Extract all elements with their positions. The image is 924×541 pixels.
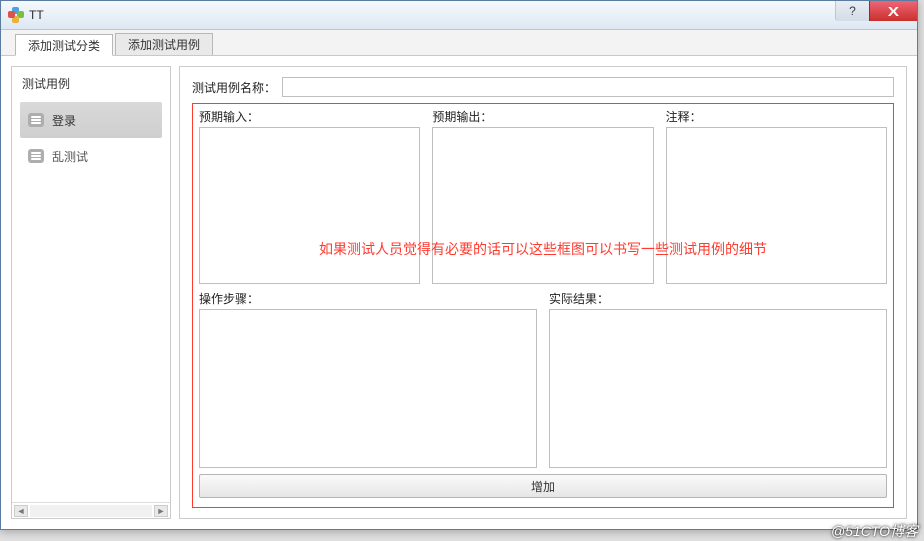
actual-result-textarea[interactable] (549, 309, 887, 468)
steps-label: 操作步骤： (199, 290, 537, 307)
comment-label: 注释： (666, 108, 887, 125)
scroll-left-button[interactable]: ◄ (14, 505, 28, 517)
app-window: TT ? X 添加测试分类 添加测试用例 测试用例 登录 乱测试 ◄ (0, 0, 918, 530)
app-icon (7, 6, 25, 24)
case-name-input[interactable] (282, 77, 894, 97)
steps-textarea[interactable] (199, 309, 537, 468)
scroll-right-button[interactable]: ► (154, 505, 168, 517)
add-button-label: 增加 (531, 480, 555, 494)
watermark: @51CTO博客 (831, 521, 918, 541)
window-controls: ? X (835, 1, 917, 21)
main-panel: 测试用例名称： 预期输入： 预期输出： 注释： (179, 66, 907, 519)
add-button[interactable]: 增加 (199, 474, 887, 498)
sidebar-item-login[interactable]: 登录 (20, 102, 162, 138)
tab-label: 添加测试用例 (128, 38, 200, 52)
sidebar-scrollbar[interactable]: ◄ ► (12, 502, 170, 518)
tab-add-category[interactable]: 添加测试分类 (15, 34, 113, 56)
case-name-label: 测试用例名称： (192, 79, 276, 96)
list-icon (28, 149, 44, 163)
expected-input-label: 预期输入： (199, 108, 420, 125)
bottom-boxes-row: 操作步骤： 实际结果： (199, 290, 887, 468)
sidebar-item-random-test[interactable]: 乱测试 (20, 138, 162, 174)
list-icon (28, 113, 44, 127)
expected-input-textarea[interactable] (199, 127, 420, 284)
tab-label: 添加测试分类 (28, 39, 100, 53)
scroll-track[interactable] (30, 505, 152, 517)
window-title: TT (29, 8, 44, 22)
actual-result-label: 实际结果： (549, 290, 887, 307)
comment-textarea[interactable] (666, 127, 887, 284)
steps-box: 操作步骤： (199, 290, 537, 468)
workspace: 测试用例 登录 乱测试 ◄ ► 测试用例名称： (1, 56, 917, 529)
swirl-icon (8, 7, 24, 23)
expected-output-textarea[interactable] (432, 127, 653, 284)
expected-output-label: 预期输出： (432, 108, 653, 125)
tab-bar: 添加测试分类 添加测试用例 (1, 30, 917, 56)
help-icon: ? (849, 4, 856, 18)
comment-box: 注释： (666, 108, 887, 284)
expected-input-box: 预期输入： (199, 108, 420, 284)
sidebar-item-label: 乱测试 (52, 148, 88, 165)
close-button[interactable]: X (869, 1, 917, 21)
sidebar-title: 测试用例 (12, 67, 170, 102)
highlight-frame: 预期输入： 预期输出： 注释： 如果测试人员觉得有必要的话可以这些框图可以书写一… (192, 103, 894, 508)
titlebar[interactable]: TT ? X (1, 1, 917, 30)
help-button[interactable]: ? (835, 1, 869, 21)
expected-output-box: 预期输出： (432, 108, 653, 284)
sidebar-item-label: 登录 (52, 112, 76, 129)
actual-result-box: 实际结果： (549, 290, 887, 468)
close-icon: X (888, 4, 899, 19)
tab-add-case[interactable]: 添加测试用例 (115, 33, 213, 55)
case-tree[interactable]: 登录 乱测试 (12, 102, 170, 502)
name-row: 测试用例名称： (192, 77, 894, 97)
sidebar: 测试用例 登录 乱测试 ◄ ► (11, 66, 171, 519)
top-boxes-row: 预期输入： 预期输出： 注释： (199, 108, 887, 284)
